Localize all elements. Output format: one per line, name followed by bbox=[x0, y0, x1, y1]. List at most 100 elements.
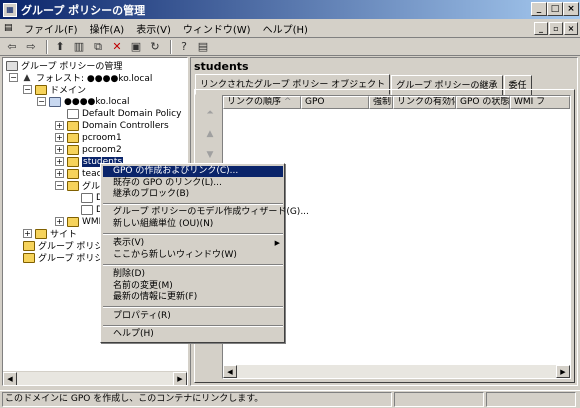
column-enforced[interactable]: 強制 bbox=[369, 96, 393, 109]
menu-item-block-inheritance[interactable]: 継承のブロック(B) bbox=[103, 189, 283, 200]
menu-separator bbox=[103, 264, 283, 266]
expand-toggle[interactable]: + bbox=[23, 229, 32, 238]
expand-toggle[interactable]: + bbox=[55, 145, 64, 154]
menu-item-properties[interactable]: プロパティ(R) bbox=[103, 311, 283, 322]
folder-icon bbox=[35, 84, 47, 95]
mdi-restore-button[interactable]: ▫ bbox=[549, 22, 563, 35]
menu-view[interactable]: 表示(V) bbox=[130, 21, 177, 36]
move-up-icon[interactable]: ▲ bbox=[203, 129, 217, 143]
tree-node-sites[interactable]: サイト bbox=[35, 228, 77, 240]
tree-node-domain[interactable]: ●●●●ko.local bbox=[49, 96, 129, 107]
menu-item-new-window[interactable]: ここから新しいウィンドウ(W) bbox=[103, 250, 283, 261]
expand-toggle[interactable]: + bbox=[55, 121, 64, 130]
refresh-icon[interactable]: ↻ bbox=[147, 40, 163, 54]
context-menu: GPO の作成およびリンク(C)... 既存の GPO のリンク(L)... 継… bbox=[100, 163, 309, 343]
sort-arrow-icon: ^ bbox=[283, 97, 292, 107]
tree-node-default-domain-policy[interactable]: Default Domain Policy bbox=[67, 108, 181, 119]
back-arrow-icon[interactable]: ⇦ bbox=[4, 40, 20, 54]
list-horizontal-scrollbar[interactable]: ◀ ▶ bbox=[223, 365, 570, 378]
tree-node-root[interactable]: グループ ポリシーの管理 bbox=[6, 60, 122, 72]
folder-icon bbox=[67, 180, 79, 191]
move-down-icon[interactable]: ▼ bbox=[203, 150, 217, 164]
tree-node-gp-results[interactable]: グループ ポリシー bbox=[23, 252, 112, 264]
scroll-right-arrow-icon[interactable]: ▶ bbox=[173, 372, 187, 385]
console-icon[interactable]: ▤ bbox=[195, 40, 211, 54]
maximize-button[interactable]: □ bbox=[547, 2, 563, 16]
ou-icon bbox=[67, 132, 79, 143]
collapse-toggle[interactable]: − bbox=[55, 181, 64, 190]
tree-node-gp-modeling[interactable]: グループ ポリシー bbox=[23, 240, 112, 252]
forward-arrow-icon[interactable]: ⇨ bbox=[23, 40, 39, 54]
app-icon: ▦ bbox=[3, 2, 17, 17]
column-link-enabled[interactable]: リンクの有効化 bbox=[393, 96, 456, 109]
status-text: このドメインに GPO を作成し、このコンテナにリンクします。 bbox=[2, 392, 392, 407]
tree-node-wmi-filters[interactable]: WMI bbox=[67, 216, 101, 227]
menu-item-link-existing-gpo[interactable]: 既存の GPO のリンク(L)... bbox=[103, 178, 283, 189]
help-icon[interactable]: ? bbox=[176, 40, 192, 54]
menu-item-refresh[interactable]: 最新の情報に更新(F) bbox=[103, 292, 283, 303]
gpo-icon bbox=[81, 204, 93, 215]
menu-separator bbox=[103, 233, 283, 235]
menu-separator bbox=[103, 325, 283, 327]
menu-action[interactable]: 操作(A) bbox=[84, 21, 131, 36]
window-title: グループ ポリシーの管理 bbox=[21, 3, 146, 17]
folder-icon bbox=[35, 228, 47, 239]
document-icon[interactable]: ▤ bbox=[4, 23, 18, 33]
column-wmi-filter[interactable]: WMI フ bbox=[510, 96, 570, 109]
properties-icon[interactable]: ▣ bbox=[128, 40, 144, 54]
menu-separator bbox=[103, 203, 283, 205]
copy-icon[interactable]: ⧉ bbox=[90, 40, 106, 54]
scroll-left-arrow-icon[interactable]: ◀ bbox=[223, 365, 237, 378]
tree-node-domain-controllers[interactable]: Domain Controllers bbox=[67, 120, 169, 131]
collapse-toggle[interactable]: − bbox=[23, 85, 32, 94]
column-gpo[interactable]: GPO bbox=[301, 96, 369, 109]
expand-toggle[interactable]: + bbox=[55, 169, 64, 178]
mdi-close-button[interactable]: × bbox=[564, 22, 578, 35]
close-button[interactable]: × bbox=[563, 2, 579, 16]
menu-item-create-gpo-and-link[interactable]: GPO の作成およびリンク(C)... bbox=[103, 166, 283, 177]
column-gpo-status[interactable]: GPO の状態 bbox=[456, 96, 510, 109]
domain-icon bbox=[49, 96, 61, 107]
ou-icon bbox=[67, 120, 79, 131]
menu-file[interactable]: ファイル(F) bbox=[18, 21, 84, 36]
menu-item-view[interactable]: 表示(V) ▶ bbox=[103, 238, 283, 249]
menu-item-help[interactable]: ヘルプ(H) bbox=[103, 329, 283, 340]
tree-node-forest[interactable]: ▲ フォレスト: ●●●●ko.local bbox=[21, 72, 152, 84]
up-folder-icon[interactable]: ⬆ bbox=[52, 40, 68, 54]
tree-node-domains[interactable]: ドメイン bbox=[35, 84, 86, 96]
menu-item-rename[interactable]: 名前の変更(M) bbox=[103, 281, 283, 292]
toolbar: ⇦ ⇨ ⬆ ▥ ⧉ ✕ ▣ ↻ ? ▤ bbox=[0, 38, 580, 56]
tree-node-pcroom2[interactable]: pcroom2 bbox=[67, 144, 122, 155]
expand-toggle[interactable]: + bbox=[55, 157, 64, 166]
move-top-icon[interactable]: ⏶ bbox=[203, 108, 217, 122]
gpo-icon bbox=[81, 192, 93, 203]
status-bar: このドメインに GPO を作成し、このコンテナにリンクします。 bbox=[0, 390, 580, 408]
tree-node-pcroom1[interactable]: pcroom1 bbox=[67, 132, 122, 143]
menu-item-modeling-wizard[interactable]: グループ ポリシーのモデル作成ウィザード(G)... bbox=[103, 207, 309, 218]
expand-toggle[interactable]: + bbox=[55, 133, 64, 142]
ou-icon bbox=[67, 156, 79, 167]
toolbar-separator bbox=[46, 39, 48, 54]
menu-help[interactable]: ヘルプ(H) bbox=[257, 21, 314, 36]
menu-item-new-ou[interactable]: 新しい組織単位 (OU)(N) bbox=[103, 219, 283, 230]
column-link-order[interactable]: リンクの順序 ^ bbox=[223, 96, 301, 109]
scroll-right-arrow-icon[interactable]: ▶ bbox=[556, 365, 570, 378]
status-panel-2 bbox=[394, 392, 484, 407]
minimize-button[interactable]: _ bbox=[531, 2, 547, 16]
menu-window[interactable]: ウィンドウ(W) bbox=[177, 21, 257, 36]
folder-icon bbox=[67, 216, 79, 227]
collapse-toggle[interactable]: − bbox=[37, 97, 46, 106]
tree-horizontal-scrollbar[interactable]: ◀ ▶ bbox=[3, 371, 187, 385]
toolbar-separator bbox=[170, 39, 172, 54]
collapse-toggle[interactable]: − bbox=[9, 73, 18, 82]
show-tree-icon[interactable]: ▥ bbox=[71, 40, 87, 54]
ou-icon bbox=[67, 168, 79, 179]
list-header: リンクの順序 ^ GPO 強制 リンクの有効化 GPO の状態 WMI フ bbox=[223, 96, 570, 109]
expand-toggle[interactable]: + bbox=[55, 217, 64, 226]
forest-icon: ▲ bbox=[21, 72, 33, 83]
scroll-left-arrow-icon[interactable]: ◀ bbox=[3, 372, 17, 385]
menu-item-delete[interactable]: 削除(D) bbox=[103, 269, 283, 280]
delete-icon[interactable]: ✕ bbox=[109, 40, 125, 54]
order-buttons: ⏶ ▲ ▼ bbox=[203, 108, 219, 171]
mdi-minimize-button[interactable]: _ bbox=[534, 22, 548, 35]
